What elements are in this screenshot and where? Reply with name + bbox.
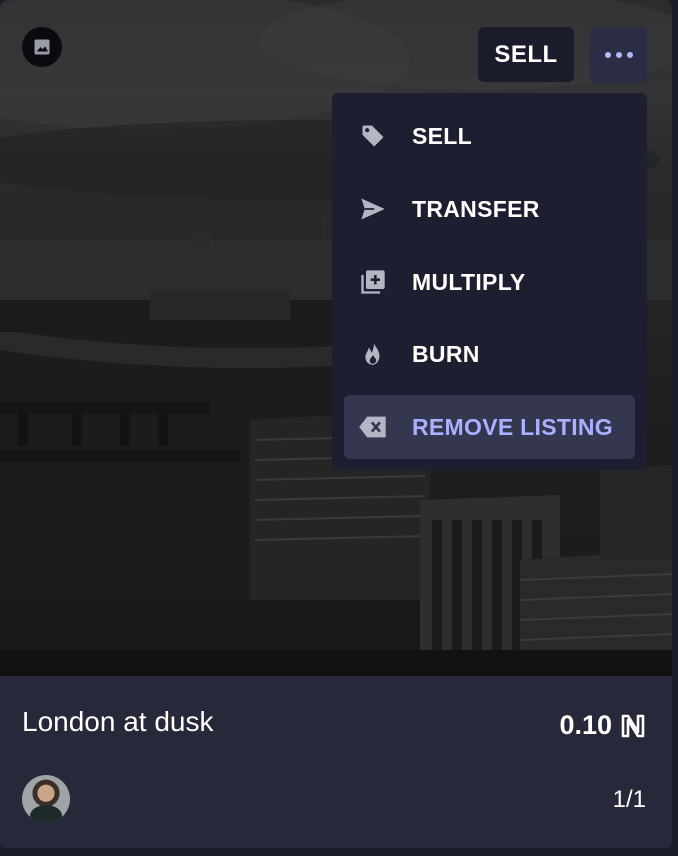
price-display: 0.10 — [559, 710, 646, 741]
menu-item-label: SELL — [412, 122, 472, 149]
menu-item-burn[interactable]: BURN — [344, 322, 635, 386]
tag-icon — [358, 121, 388, 151]
menu-item-transfer[interactable]: TRANSFER — [344, 177, 635, 241]
nft-title[interactable]: London at dusk — [22, 706, 214, 738]
image-type-badge — [22, 27, 62, 67]
near-token-icon — [621, 714, 645, 737]
options-dropdown-menu: SELL TRANSFER MULTIPLY BURN REMOVE LISTI… — [332, 93, 647, 470]
menu-item-label: BURN — [412, 340, 480, 367]
menu-item-sell[interactable]: SELL — [344, 104, 635, 168]
menu-item-label: MULTIPLY — [412, 268, 526, 295]
nft-card[interactable]: SELL SELL TRANSFER MULTIPLY BURN REMOVE … — [0, 0, 674, 850]
creator-avatar[interactable] — [22, 775, 70, 823]
fire-icon — [358, 339, 388, 369]
menu-item-label: TRANSFER — [412, 195, 540, 222]
backspace-icon — [358, 412, 388, 442]
send-icon — [358, 194, 388, 224]
image-icon — [34, 39, 50, 55]
price-value: 0.10 — [559, 710, 612, 740]
sell-button[interactable]: SELL — [478, 27, 574, 82]
menu-item-multiply[interactable]: MULTIPLY — [344, 250, 635, 314]
nft-image[interactable]: SELL SELL TRANSFER MULTIPLY BURN REMOVE … — [0, 0, 672, 676]
library-add-icon — [358, 267, 388, 297]
menu-item-label: REMOVE LISTING — [412, 413, 613, 440]
edition-count: 1/1 — [612, 786, 646, 813]
more-options-button[interactable] — [590, 27, 647, 83]
more-dots-icon — [604, 52, 611, 58]
menu-item-remove-listing[interactable]: REMOVE LISTING — [344, 395, 635, 459]
